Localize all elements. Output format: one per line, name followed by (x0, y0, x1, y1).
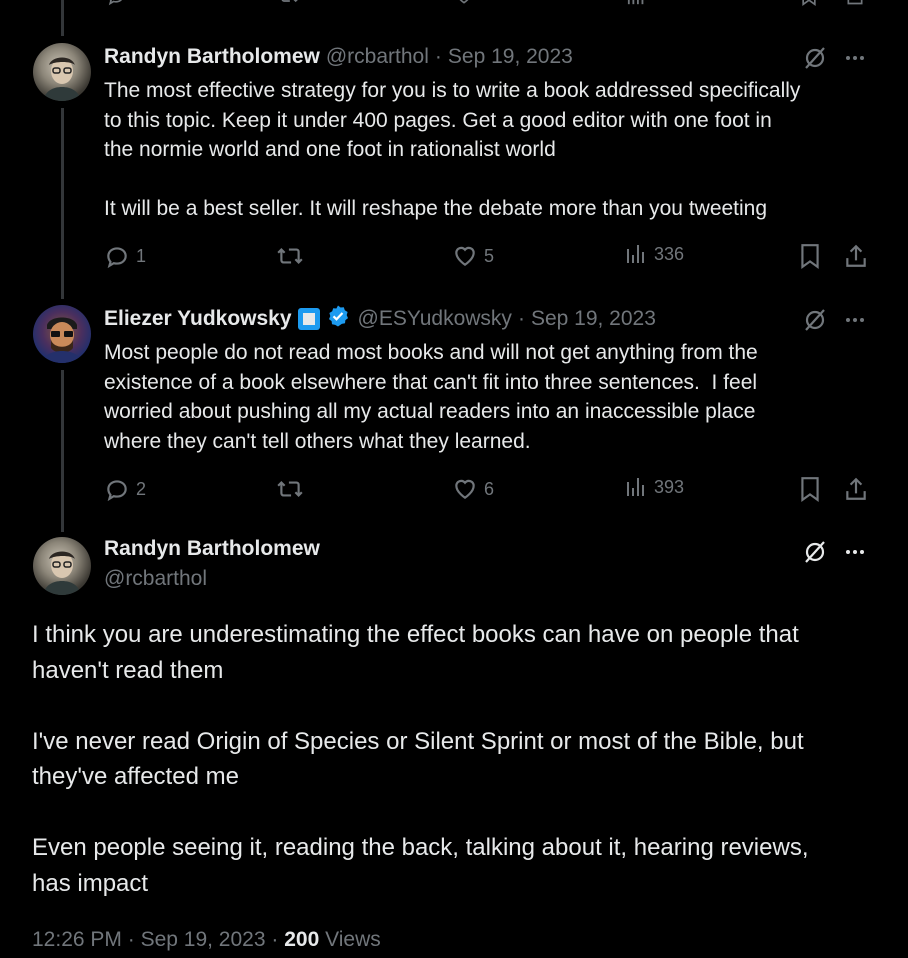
author-handle[interactable]: @ESYudkowsky (358, 307, 512, 331)
reply-icon (107, 480, 127, 502)
share-button[interactable] (844, 476, 868, 502)
tweet-time[interactable]: 12:26 PM (32, 928, 122, 951)
bookmark-icon (801, 244, 819, 269)
like-count: 5 (484, 245, 495, 266)
tweet-actions: 1 5 336 (104, 243, 866, 269)
separator: · (434, 45, 442, 68)
separator: · (271, 928, 279, 951)
views-button[interactable]: 336 (626, 243, 684, 265)
previous-tweet-actions (104, 0, 866, 6)
bookmark-icon[interactable] (798, 0, 820, 11)
separator: · (127, 928, 135, 951)
bookmark-button[interactable] (798, 476, 822, 502)
views-button[interactable]: 393 (626, 476, 684, 498)
repost-button[interactable] (276, 243, 310, 269)
grok-icon[interactable] (802, 307, 828, 333)
repost-button[interactable] (276, 476, 310, 502)
main-tweet-text: I think you are underestimating the effe… (32, 621, 809, 897)
thread-line (61, 108, 64, 299)
tweet-date[interactable]: Sep 19, 2023 (531, 307, 656, 331)
bookmark-icon (801, 477, 819, 502)
heart-icon (455, 246, 475, 266)
tweet-text: The most effective strategy for you is t… (104, 79, 801, 220)
author-handle[interactable]: @rcbarthol (326, 45, 429, 69)
more-icon[interactable] (844, 309, 866, 331)
share-icon[interactable] (844, 0, 866, 11)
tweet-header: Eliezer Yudkowsky @ESYudkowsky · Sep 19,… (104, 304, 656, 334)
verified-badge-icon (326, 304, 350, 334)
thread-line (61, 0, 64, 36)
heart-icon[interactable] (452, 0, 476, 11)
avatar[interactable] (33, 43, 91, 101)
grok-icon[interactable] (802, 539, 828, 565)
repost-icon (277, 481, 303, 497)
like-button[interactable]: 5 (452, 243, 494, 269)
views-label: Views (325, 928, 381, 951)
share-icon (846, 244, 866, 267)
tweet-header-actions (802, 307, 866, 333)
views-count: 336 (654, 243, 685, 264)
tweet-date[interactable]: Sep 19, 2023 (448, 45, 573, 69)
affiliate-badge-icon (297, 308, 320, 330)
tweet-actions: 2 6 393 (104, 476, 866, 502)
main-author-name[interactable]: Randyn Bartholomew (104, 537, 320, 561)
main-tweet-header-actions (802, 539, 866, 565)
share-icon (846, 477, 866, 500)
grok-icon[interactable] (802, 45, 828, 71)
repost-icon (277, 248, 303, 264)
reply-count: 2 (136, 478, 147, 499)
share-button[interactable] (844, 243, 868, 269)
thread-line (61, 370, 64, 532)
avatar[interactable] (33, 537, 91, 595)
like-count: 6 (484, 478, 495, 499)
more-icon[interactable] (844, 541, 866, 563)
reply-button[interactable]: 1 (104, 243, 146, 269)
tweet-text: Most people do not read most books and w… (104, 341, 758, 453)
author-name[interactable]: Randyn Bartholomew (104, 45, 320, 69)
tweet-date[interactable]: Sep 19, 2023 (141, 928, 266, 951)
tweet-thread-page: Randyn Bartholomew @rcbarthol · Sep 19, … (0, 0, 908, 958)
heart-icon (455, 479, 475, 499)
views-count: 393 (654, 476, 685, 497)
avatar[interactable] (33, 305, 91, 363)
like-button[interactable]: 6 (452, 476, 494, 502)
main-author-handle[interactable]: @rcbarthol (104, 567, 207, 591)
main-views-count: 200 (284, 928, 320, 951)
reply-count: 1 (136, 245, 147, 266)
tweet-header: Randyn Bartholomew @rcbarthol · Sep 19, … (104, 44, 573, 70)
reply-button[interactable]: 2 (104, 476, 146, 502)
more-icon[interactable] (844, 47, 866, 69)
author-name[interactable]: Eliezer Yudkowsky (104, 307, 292, 331)
tweet-header-actions (802, 45, 866, 71)
reply-icon[interactable] (104, 0, 128, 11)
repost-icon[interactable] (276, 0, 302, 11)
tweet-meta: 12:26 PM · Sep 19, 2023 · 200 Views (32, 928, 381, 952)
reply-icon (107, 247, 127, 269)
analytics-icon[interactable] (626, 0, 648, 11)
analytics-icon (627, 245, 644, 263)
separator: · (517, 307, 525, 330)
analytics-icon (627, 478, 644, 496)
bookmark-button[interactable] (798, 243, 822, 269)
